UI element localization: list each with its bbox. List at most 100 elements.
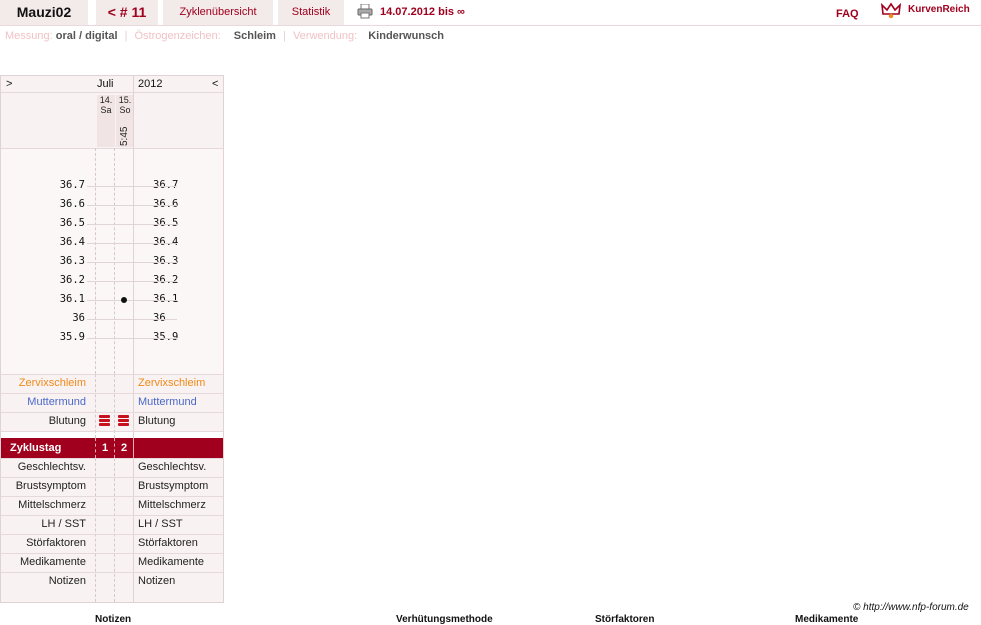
column-line [133, 76, 134, 438]
column-line [95, 374, 96, 438]
measurement-info: Messung: oral / digital | Östrogenzeiche… [5, 30, 444, 42]
column-line [95, 458, 96, 602]
measurement-time: 5:45 [119, 126, 130, 146]
column-line [95, 148, 96, 374]
temp-tick-left: 36 [72, 312, 85, 324]
column-line [114, 374, 115, 438]
next-cycle-arrow[interactable]: < [212, 78, 218, 90]
day-date: 15. [118, 95, 132, 105]
divider [1, 534, 223, 535]
blutung-label-right: Blutung [138, 415, 176, 427]
temperature-point[interactable] [121, 297, 127, 303]
bleeding-heavy-icon[interactable] [118, 415, 129, 426]
muttermund-label-left: Muttermund [27, 396, 86, 408]
day-weekday: So [119, 105, 131, 115]
temp-tick-right: 36.6 [153, 198, 179, 210]
temp-tick-left: 36.2 [59, 274, 85, 286]
month-label: Juli [97, 78, 114, 90]
temp-tick-left: 36.3 [59, 255, 85, 267]
symptom-label-left: Geschlechtsv. [17, 461, 86, 473]
temp-tick-left: 36.4 [59, 236, 85, 248]
temp-tick-left: 35.9 [59, 331, 85, 343]
divider [1, 92, 223, 93]
cycle-chart: > Juli 2012 < 14. Sa 15. So 5:45 36.7 36.… [0, 75, 224, 603]
temp-tick-right: 36.7 [153, 179, 179, 191]
column-line [114, 148, 115, 374]
cycle-day-2: 2 [121, 442, 128, 454]
symptom-label-right: Medikamente [138, 556, 205, 568]
temp-tick-left: 36.1 [59, 293, 85, 305]
temp-tick-right: 36 [153, 312, 166, 324]
divider [1, 477, 223, 478]
temp-tick-right: 36.4 [153, 236, 179, 248]
divider [1, 412, 223, 413]
column-line [95, 438, 96, 458]
divider [1, 393, 223, 394]
oestrogen-value: Schleim [233, 30, 276, 42]
temp-gridline [87, 300, 177, 301]
temp-gridline [87, 205, 177, 206]
day-date: 14. [99, 95, 113, 105]
column-line [133, 438, 134, 458]
symptom-label-left: Medikamente [19, 556, 86, 568]
prev-cycle-arrow[interactable]: > [6, 78, 12, 90]
day-column-14[interactable]: 14. Sa [97, 95, 115, 147]
year-label: 2012 [138, 78, 163, 90]
temp-tick-right: 36.3 [153, 255, 179, 267]
logo-text: KurvenReich [908, 4, 970, 15]
divider [1, 458, 223, 459]
crown-logo-icon [880, 2, 902, 19]
temp-tick-left: 36.7 [59, 179, 85, 191]
symptom-label-left: Brustsymptom [15, 480, 86, 492]
messung-value: oral / digital [55, 30, 118, 42]
divider [1, 572, 223, 573]
divider [1, 496, 223, 497]
cycle-number-button[interactable]: < # 11 [96, 0, 158, 25]
top-bar: Mauzi02 < # 11 Zyklenübersicht Statistik… [0, 0, 981, 26]
temp-gridline [87, 319, 177, 320]
divider [1, 431, 223, 432]
username: Mauzi02 [0, 0, 88, 25]
symptom-label-right: Mittelschmerz [138, 499, 206, 511]
symptom-label-right: LH / SST [138, 518, 183, 530]
symptom-label-right: Notizen [138, 575, 176, 587]
temp-gridline [87, 243, 177, 244]
muttermund-label-right: Muttermund [138, 396, 197, 408]
divider [1, 148, 223, 149]
day-weekday: Sa [100, 105, 112, 115]
temp-tick-right: 36.1 [153, 293, 179, 305]
temp-gridline [87, 224, 177, 225]
print-icon[interactable] [357, 4, 373, 19]
temp-gridline [87, 262, 177, 263]
column-line [114, 438, 115, 458]
symptom-label-left: Mittelschmerz [18, 499, 86, 511]
symptom-label-right: Brustsymptom [138, 480, 209, 492]
symptom-label-left: Störfaktoren [26, 537, 86, 549]
copyright-credit: © http://www.nfp-forum.de [853, 602, 969, 613]
temp-tick-left: 36.5 [59, 217, 85, 229]
nav-statistik[interactable]: Statistik [278, 0, 344, 25]
temp-gridline [87, 338, 177, 339]
verwendung-value: Kinderwunsch [368, 30, 445, 42]
faq-link[interactable]: FAQ [836, 8, 859, 20]
nav-zyklenuebersicht[interactable]: Zyklenübersicht [163, 0, 273, 25]
bleeding-heavy-icon[interactable] [99, 415, 110, 426]
verwendung-label: Verwendung: [292, 30, 358, 42]
messung-label: Messung: [5, 30, 53, 42]
cycle-day-label: Zyklustag [10, 442, 62, 454]
temp-tick-right: 36.5 [153, 217, 179, 229]
separator: | [283, 30, 286, 42]
divider [1, 553, 223, 554]
divider [1, 515, 223, 516]
column-line [133, 458, 134, 602]
temp-gridline [87, 281, 177, 282]
temp-gridline [87, 186, 177, 187]
cycle-day-1: 1 [102, 442, 109, 454]
cycle-day-row: Zyklustag 1 2 [1, 438, 223, 458]
symptom-label-right: Störfaktoren [138, 537, 198, 549]
blutung-label-left: Blutung [48, 415, 86, 427]
symptom-label-right: Geschlechtsv. [138, 461, 207, 473]
separator: | [124, 30, 128, 42]
cervix-label-right: Zervixschleim [138, 377, 206, 389]
cervix-label-left: Zervixschleim [18, 377, 86, 389]
